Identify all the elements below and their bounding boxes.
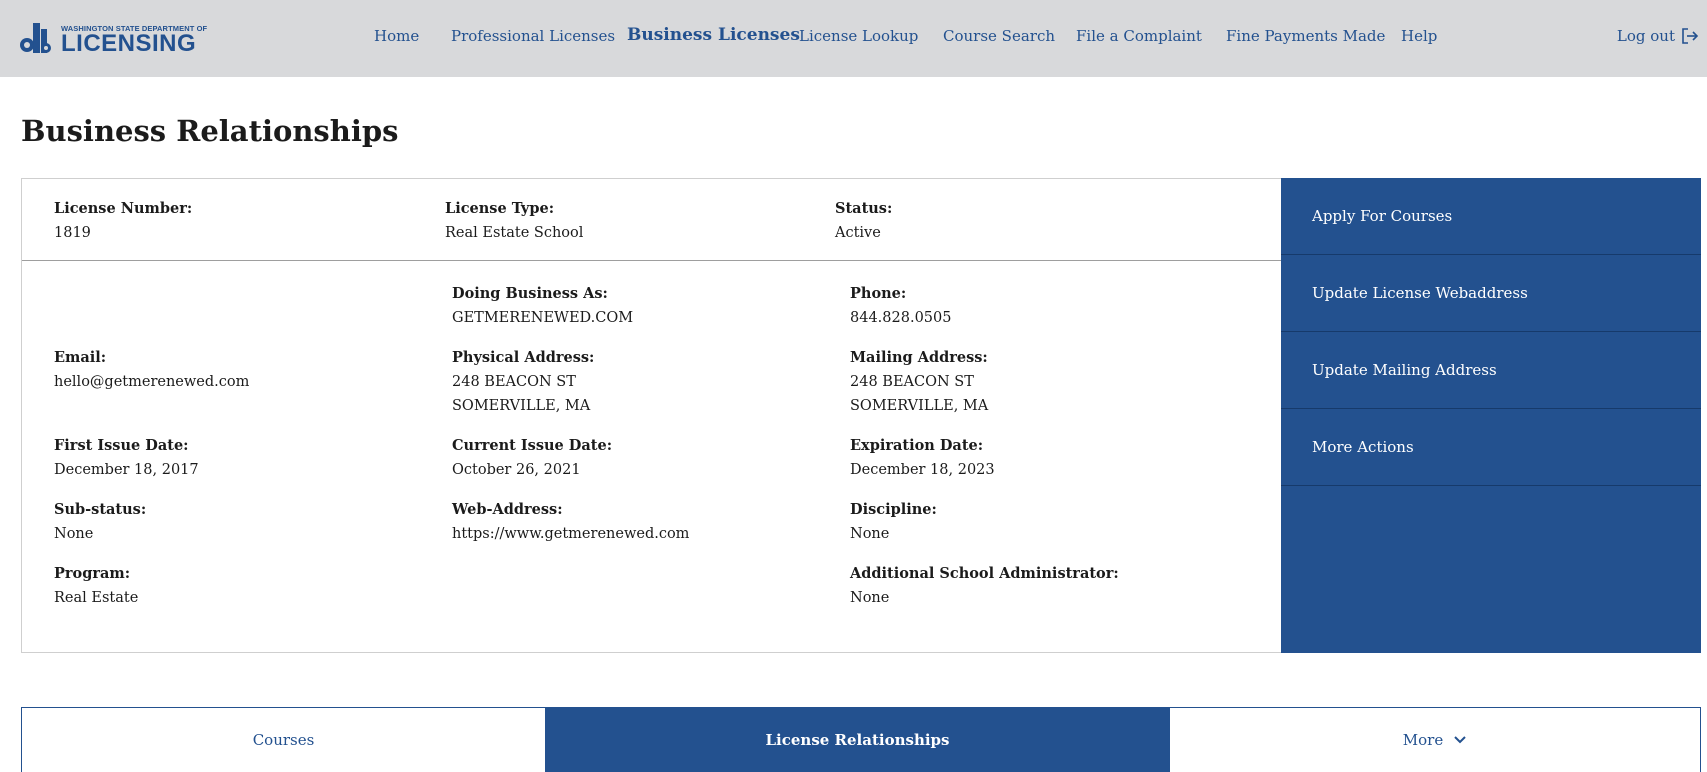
nav-course-search[interactable]: Course Search <box>943 27 1055 45</box>
discipline-label: Discipline: <box>850 501 937 518</box>
physical-address-label: Physical Address: <box>452 349 595 366</box>
web-address-field: Web-Address: https://www.getmerenewed.co… <box>452 498 689 546</box>
mailing-address-line1: 248 BEACON ST <box>850 374 974 390</box>
tab-more[interactable]: More <box>1169 707 1701 772</box>
update-mailing-address-button[interactable]: Update Mailing Address <box>1281 332 1701 409</box>
web-address-value: https://www.getmerenewed.com <box>452 526 690 542</box>
license-number-value: 1819 <box>54 225 91 241</box>
physical-address-line1: 248 BEACON ST <box>452 374 576 390</box>
dba-value: GETMERENEWED.COM <box>452 310 634 326</box>
license-summary: License Number: 1819 License Type: Real … <box>22 179 1282 261</box>
expiration-date-field: Expiration Date: December 18, 2023 <box>850 434 995 482</box>
nav-home[interactable]: Home <box>374 27 419 45</box>
status-field: Status: Active <box>835 197 892 245</box>
nav-fine-payments-made[interactable]: Fine Payments Made <box>1226 27 1385 45</box>
license-number-field: License Number: 1819 <box>54 197 192 245</box>
status-label: Status: <box>835 200 893 217</box>
page-title: Business Relationships <box>21 114 399 148</box>
phone-label: Phone: <box>850 285 907 302</box>
logo-text: WASHINGTON STATE DEPARTMENT OF LICENSING <box>61 24 207 57</box>
email-value: hello@getmerenewed.com <box>54 374 250 390</box>
school-administrator-value: None <box>850 590 890 606</box>
current-issue-date-field: Current Issue Date: October 26, 2021 <box>452 434 612 482</box>
email-field: Email: hello@getmerenewed.com <box>54 346 249 394</box>
program-value: Real Estate <box>54 590 139 606</box>
phone-value: 844.828.0505 <box>850 310 952 326</box>
license-type-label: License Type: <box>445 200 555 217</box>
dol-logo[interactable]: WASHINGTON STATE DEPARTMENT OF LICENSING <box>19 17 207 57</box>
license-type-value: Real Estate School <box>445 225 584 241</box>
program-field: Program: Real Estate <box>54 562 138 610</box>
tab-license-relationships-label: License Relationships <box>765 731 950 749</box>
license-number-label: License Number: <box>54 200 193 217</box>
discipline-value: None <box>850 526 890 542</box>
web-address-label: Web-Address: <box>452 501 563 518</box>
substatus-label: Sub-status: <box>54 501 147 518</box>
discipline-field: Discipline: None <box>850 498 937 546</box>
license-type-field: License Type: Real Estate School <box>445 197 583 245</box>
logout-button[interactable]: Log out <box>1617 27 1699 45</box>
program-label: Program: <box>54 565 131 582</box>
dba-label: Doing Business As: <box>452 285 608 302</box>
dol-logo-mark-icon <box>20 23 51 53</box>
mailing-address-label: Mailing Address: <box>850 349 988 366</box>
nav-professional-licenses[interactable]: Professional Licenses <box>451 27 615 45</box>
nav-license-lookup[interactable]: License Lookup <box>799 27 918 45</box>
physical-address-line2: SOMERVILLE, MA <box>452 398 591 414</box>
first-issue-date-field: First Issue Date: December 18, 2017 <box>54 434 199 482</box>
nav-help[interactable]: Help <box>1401 27 1437 45</box>
actions-sidebar: Apply For Courses Update License Webaddr… <box>1281 178 1701 653</box>
first-issue-date-label: First Issue Date: <box>54 437 189 454</box>
substatus-field: Sub-status: None <box>54 498 146 546</box>
mailing-address-line2: SOMERVILLE, MA <box>850 398 989 414</box>
substatus-value: None <box>54 526 94 542</box>
license-details-panel: License Number: 1819 License Type: Real … <box>21 178 1282 653</box>
physical-address-field: Physical Address: 248 BEACON ST SOMERVIL… <box>452 346 594 418</box>
more-actions-button[interactable]: More Actions <box>1281 409 1701 486</box>
top-navigation-bar: WASHINGTON STATE DEPARTMENT OF LICENSING… <box>0 0 1707 77</box>
tab-courses-label: Courses <box>252 731 315 749</box>
chevron-down-icon <box>1454 736 1466 744</box>
status-value: Active <box>835 225 881 241</box>
logout-label: Log out <box>1616 27 1675 45</box>
apply-for-courses-button[interactable]: Apply For Courses <box>1281 178 1701 255</box>
email-label: Email: <box>54 349 107 366</box>
tab-license-relationships[interactable]: License Relationships <box>546 707 1169 772</box>
school-administrator-field: Additional School Administrator: None <box>850 562 1119 610</box>
expiration-date-label: Expiration Date: <box>850 437 984 454</box>
nav-file-a-complaint[interactable]: File a Complaint <box>1076 27 1202 45</box>
first-issue-date-value: December 18, 2017 <box>54 462 199 478</box>
dba-field: Doing Business As: GETMERENEWED.COM <box>452 282 633 330</box>
nav-business-licenses[interactable]: Business Licenses <box>627 25 800 45</box>
current-issue-date-value: October 26, 2021 <box>452 462 581 478</box>
mailing-address-field: Mailing Address: 248 BEACON ST SOMERVILL… <box>850 346 988 418</box>
update-license-webaddress-button[interactable]: Update License Webaddress <box>1281 255 1701 332</box>
tab-courses[interactable]: Courses <box>21 707 546 772</box>
expiration-date-value: December 18, 2023 <box>850 462 995 478</box>
school-administrator-label: Additional School Administrator: <box>850 565 1119 582</box>
current-issue-date-label: Current Issue Date: <box>452 437 613 454</box>
tab-more-label: More <box>1402 731 1444 749</box>
logo-title: LICENSING <box>61 30 197 57</box>
logout-icon <box>1682 28 1699 44</box>
phone-field: Phone: 844.828.0505 <box>850 282 951 330</box>
